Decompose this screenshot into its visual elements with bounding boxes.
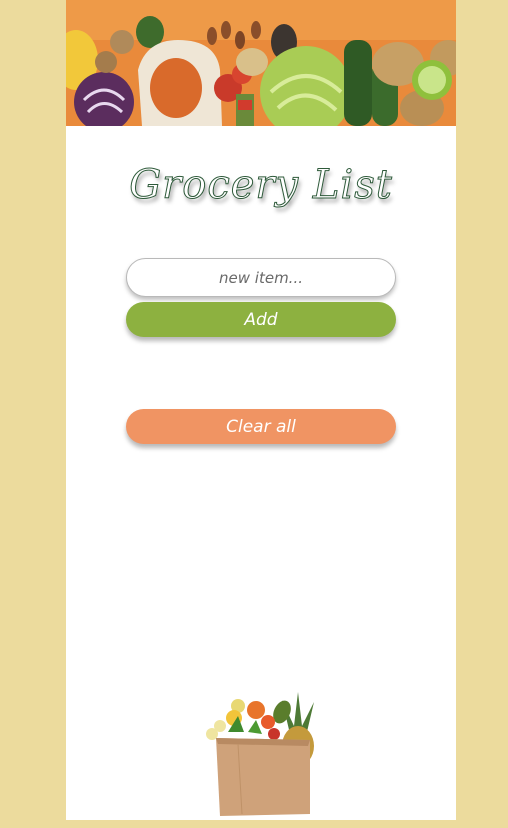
app-card: Grocery List Add Clear all xyxy=(66,0,456,820)
add-button[interactable]: Add xyxy=(126,302,396,337)
page-title: Grocery List xyxy=(129,162,393,209)
vegetables-banner-icon xyxy=(66,0,456,126)
clear-all-button[interactable]: Clear all xyxy=(126,409,396,444)
add-button-label: Add xyxy=(244,309,278,330)
clear-all-button-label: Clear all xyxy=(226,416,296,437)
new-item-input[interactable] xyxy=(126,258,396,297)
grocery-bag-icon xyxy=(206,692,314,816)
